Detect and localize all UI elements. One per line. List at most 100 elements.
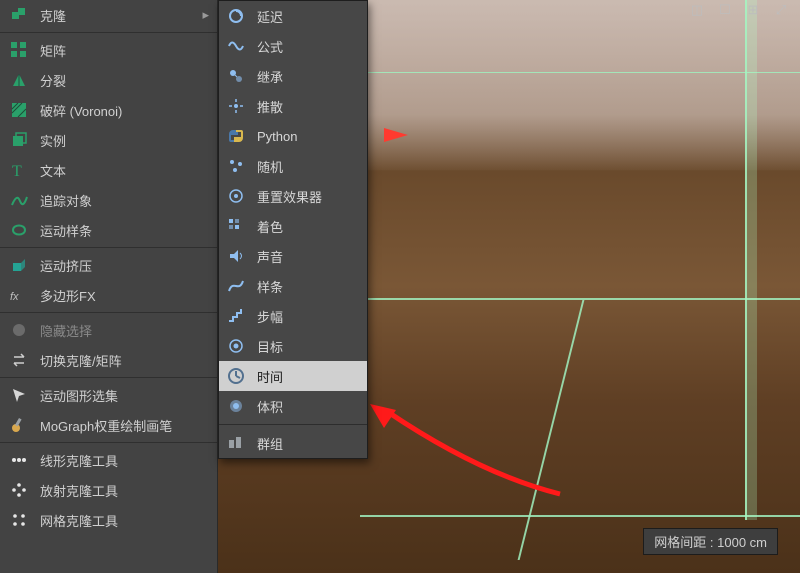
menu-label: 破碎 (Voronoi) [40, 101, 122, 120]
submenu-label: 重置效果器 [257, 187, 322, 206]
python-icon [225, 125, 247, 147]
sound-icon [225, 245, 247, 267]
menu-item-split[interactable]: 分裂 [0, 65, 217, 95]
menu-separator [0, 312, 217, 313]
submenu-item-volume[interactable]: 体积 [219, 391, 367, 421]
submenu-item-step[interactable]: 步幅 [219, 301, 367, 331]
menu-item-moselection[interactable]: 运动图形选集 [0, 380, 217, 410]
app-root: 网格间距 : 1000 cm ◫ ☐ ⊞ ⤢ 克隆 ▸ 矩阵 [0, 0, 800, 573]
volume-icon [225, 395, 247, 417]
menu-separator [0, 442, 217, 443]
menu-item-polyfx[interactable]: fx 多边形FX [0, 280, 217, 310]
voronoi-icon [8, 99, 30, 121]
menu-label: 放射克隆工具 [40, 481, 118, 500]
mograph-menu: 克隆 ▸ 矩阵 分裂 破碎 (Voronoi) 实例 [0, 0, 218, 573]
submenu-label: 公式 [257, 37, 283, 56]
menu-item-swapclone[interactable]: 切换克隆/矩阵 [0, 345, 217, 375]
submenu-label: 时间 [257, 367, 283, 386]
submenu-item-inherit[interactable]: 继承 [219, 61, 367, 91]
viewport-top-icons: ◫ ☐ ⊞ ⤢ [688, 2, 790, 18]
submenu-item-random[interactable]: 随机 [219, 151, 367, 181]
menu-label: 多边形FX [40, 286, 96, 305]
menu-label: 矩阵 [40, 41, 66, 60]
clone-icon [8, 4, 30, 26]
submenu-item-python[interactable]: Python [219, 121, 367, 151]
menu-item-linearclone[interactable]: 线形克隆工具 [0, 445, 217, 475]
submenu-item-reeffector[interactable]: 重置效果器 [219, 181, 367, 211]
menu-label: 克隆 [40, 6, 66, 25]
grid-line [360, 515, 800, 517]
status-text: 网格间距 : 1000 cm [654, 535, 767, 550]
submenu-item-group[interactable]: 群组 [219, 428, 367, 458]
view-split-icon[interactable]: ⊞ [744, 2, 762, 18]
menu-item-moextrude[interactable]: 运动挤压 [0, 250, 217, 280]
submenu-label: 体积 [257, 397, 283, 416]
submenu-item-push[interactable]: 推散 [219, 91, 367, 121]
delay-icon [225, 5, 247, 27]
submenu-item-formula[interactable]: 公式 [219, 31, 367, 61]
menu-item-moweight[interactable]: MoGraph权重绘制画笔 [0, 410, 217, 440]
submenu-label: 着色 [257, 217, 283, 236]
submenu-label: 继承 [257, 67, 283, 86]
axis-x-icon [384, 128, 408, 142]
submenu-item-spline[interactable]: 样条 [219, 271, 367, 301]
shader-icon [225, 215, 247, 237]
step-icon [225, 305, 247, 327]
view-single-icon[interactable]: ☐ [716, 2, 734, 18]
linearclone-icon [8, 449, 30, 471]
submenu-label: 延迟 [257, 7, 283, 26]
grid-line [518, 300, 585, 560]
spline-icon [225, 275, 247, 297]
menu-label: MoGraph权重绘制画笔 [40, 416, 172, 435]
menu-item-instance[interactable]: 实例 [0, 125, 217, 155]
matrix-icon [8, 39, 30, 61]
view-panel-icon[interactable]: ◫ [688, 2, 706, 18]
menu-item-matrix[interactable]: 矩阵 [0, 35, 217, 65]
menu-label: 隐藏选择 [40, 321, 92, 340]
menu-item-tracer[interactable]: 追踪对象 [0, 185, 217, 215]
menu-item-text[interactable]: T 文本 [0, 155, 217, 185]
svg-text:T: T [12, 163, 22, 179]
menu-item-clone[interactable]: 克隆 ▸ [0, 0, 217, 30]
time-icon [225, 365, 247, 387]
random-icon [225, 155, 247, 177]
menu-item-mospline[interactable]: 运动样条 [0, 215, 217, 245]
swap-icon [8, 349, 30, 371]
menu-item-voronoi[interactable]: 破碎 (Voronoi) [0, 95, 217, 125]
submenu-label: 声音 [257, 247, 283, 266]
inherit-icon [225, 65, 247, 87]
grid-line [360, 72, 800, 73]
submenu-item-shader[interactable]: 着色 [219, 211, 367, 241]
view-maximize-icon[interactable]: ⤢ [772, 2, 790, 18]
menu-label: 运动图形选集 [40, 386, 118, 405]
submenu-item-target[interactable]: 目标 [219, 331, 367, 361]
grid-line [360, 298, 800, 300]
menu-label: 网格克隆工具 [40, 511, 118, 530]
menu-label: 运动挤压 [40, 256, 92, 275]
menu-label: 追踪对象 [40, 191, 92, 210]
menu-label: 文本 [40, 161, 66, 180]
viewport-haze [360, 0, 800, 170]
submenu-arrow-icon: ▸ [202, 7, 217, 23]
menu-separator [0, 247, 217, 248]
submenu-label: 样条 [257, 277, 283, 296]
menu-item-radialclone[interactable]: 放射克隆工具 [0, 475, 217, 505]
mospline-icon [8, 219, 30, 241]
submenu-item-sound[interactable]: 声音 [219, 241, 367, 271]
menu-label: 切换克隆/矩阵 [40, 351, 122, 370]
split-icon [8, 69, 30, 91]
submenu-item-time[interactable]: 时间 [219, 361, 367, 391]
menu-separator [0, 32, 217, 33]
menu-item-hideselection: 隐藏选择 [0, 315, 217, 345]
svg-text:fx: fx [10, 291, 19, 303]
submenu-label: 群组 [257, 434, 283, 453]
push-icon [225, 95, 247, 117]
reeffector-icon [225, 185, 247, 207]
submenu-label: 目标 [257, 337, 283, 356]
hidesel-icon [8, 319, 30, 341]
menu-item-gridclone[interactable]: 网格克隆工具 [0, 505, 217, 535]
moweight-icon [8, 414, 30, 436]
annotation-arrow-icon [370, 404, 570, 504]
grid-glow [745, 0, 757, 520]
submenu-item-delay[interactable]: 延迟 [219, 1, 367, 31]
